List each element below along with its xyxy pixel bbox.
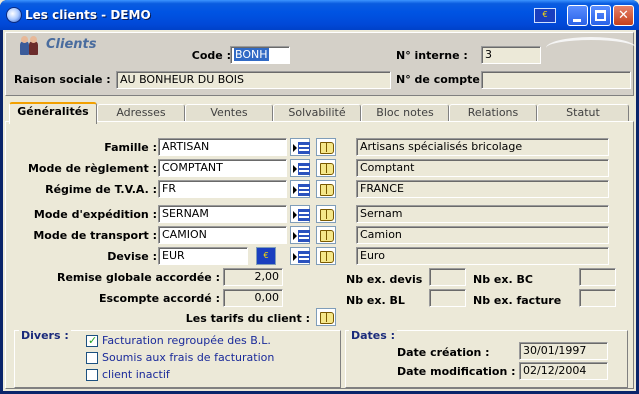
tva-book-icon[interactable]	[316, 180, 336, 198]
regroupee-label[interactable]: Facturation regroupée des B.L.	[102, 334, 271, 347]
tab-solvabilite[interactable]: Solvabilité	[273, 104, 361, 122]
euro-flag-icon: €	[256, 247, 276, 265]
tarifs-label: Les tarifs du client :	[185, 312, 310, 325]
nb-bc-label: Nb ex. BC	[473, 273, 533, 286]
tab-adresses[interactable]: Adresses	[97, 104, 185, 122]
remise-input[interactable]: 2,00	[223, 268, 283, 286]
reglement-label: Mode de règlement :	[27, 162, 157, 175]
inactif-label[interactable]: client inactif	[102, 368, 170, 381]
tva-label: Régime de T.V.A. :	[45, 183, 157, 196]
nb-bl-label: Nb ex. BL	[346, 294, 405, 307]
regroupee-checkbox[interactable]	[86, 334, 98, 347]
inactif-checkbox[interactable]	[86, 369, 98, 381]
escompte-label: Escompte accordé :	[98, 292, 220, 305]
dates-title: Dates :	[349, 329, 398, 342]
famille-label: Famille :	[104, 141, 157, 154]
expedition-list-icon[interactable]	[290, 205, 310, 223]
tab-bar: Généralités Adresses Ventes Solvabilité …	[5, 102, 634, 124]
section-title: Clients	[46, 37, 97, 52]
expedition-desc: Sernam	[356, 205, 609, 223]
tva-input[interactable]: FR	[158, 180, 287, 198]
modif-field: 02/12/2004	[519, 362, 608, 380]
window-title: Les clients - DEMO	[25, 8, 151, 22]
code-input[interactable]: BONH	[230, 46, 290, 64]
raison-sociale-input[interactable]: AU BONHEUR DU BOIS	[116, 71, 391, 89]
title-bar[interactable]: Les clients - DEMO €	[0, 0, 639, 30]
transport-input[interactable]: CAMION	[158, 226, 287, 244]
reglement-desc: Comptant	[356, 159, 609, 177]
nb-bl-input[interactable]	[429, 289, 466, 307]
tab-bloc-notes[interactable]: Bloc notes	[361, 104, 449, 122]
expedition-input[interactable]: SERNAM	[158, 205, 287, 223]
generalites-panel: Famille : ARTISAN Artisans spécialisés b…	[5, 121, 634, 389]
reglement-book-icon[interactable]	[316, 159, 336, 177]
minimize-button[interactable]	[567, 5, 588, 26]
famille-list-icon[interactable]	[290, 138, 310, 156]
tab-ventes[interactable]: Ventes	[185, 104, 273, 122]
famille-input[interactable]: ARTISAN	[158, 138, 287, 156]
client-area: Clients Code : BONH N° interne : 3 Raiso…	[3, 30, 636, 391]
devise-list-icon[interactable]	[290, 247, 310, 265]
interne-label: N° interne :	[396, 49, 468, 62]
famille-desc: Artisans spécialisés bricolage	[356, 138, 609, 156]
tva-list-icon[interactable]	[290, 180, 310, 198]
tarifs-book-icon[interactable]	[316, 308, 336, 326]
reglement-input[interactable]: COMPTANT	[158, 159, 287, 177]
devise-input[interactable]: EUR	[158, 247, 248, 265]
close-button[interactable]	[613, 5, 634, 26]
nb-devis-input[interactable]	[429, 268, 466, 286]
nb-facture-label: Nb ex. facture	[473, 294, 562, 307]
transport-list-icon[interactable]	[290, 226, 310, 244]
creation-field: 30/01/1997	[519, 342, 608, 360]
window: Les clients - DEMO € Clients Code : BONH…	[0, 0, 639, 394]
code-label: Code :	[191, 49, 231, 62]
nb-bc-input[interactable]	[579, 268, 616, 286]
reglement-list-icon[interactable]	[290, 159, 310, 177]
devise-book-icon[interactable]	[316, 247, 336, 265]
transport-book-icon[interactable]	[316, 226, 336, 244]
devise-label: Devise :	[107, 250, 157, 263]
nb-facture-input[interactable]	[579, 289, 616, 307]
remise-label: Remise globale accordée :	[56, 271, 220, 284]
modif-label: Date modification :	[397, 365, 516, 378]
escompte-input[interactable]: 0,00	[223, 289, 283, 307]
frais-checkbox[interactable]	[86, 352, 98, 364]
tab-generalites[interactable]: Généralités	[9, 102, 97, 124]
frais-label[interactable]: Soumis aux frais de facturation	[102, 351, 274, 364]
tva-desc: FRANCE	[356, 180, 609, 198]
compte-label: N° de compte :	[396, 73, 489, 86]
expedition-book-icon[interactable]	[316, 205, 336, 223]
tab-relations[interactable]: Relations	[449, 104, 537, 122]
tab-statut[interactable]: Statut	[537, 104, 629, 122]
transport-label: Mode de transport :	[33, 229, 157, 242]
app-icon[interactable]	[6, 7, 22, 23]
nb-devis-label: Nb ex. devis	[346, 273, 423, 286]
expedition-label: Mode d'expédition :	[33, 208, 157, 221]
clients-icon	[20, 36, 40, 55]
compte-input[interactable]	[481, 71, 631, 89]
creation-label: Date création :	[397, 346, 490, 359]
euro-flag-icon[interactable]: €	[534, 8, 556, 23]
raison-sociale-label: Raison sociale :	[14, 73, 111, 86]
devise-desc: Euro	[356, 247, 609, 265]
interne-field: 3	[481, 46, 541, 64]
transport-desc: Camion	[356, 226, 609, 244]
decorative-swoosh	[546, 37, 636, 59]
famille-book-icon[interactable]	[316, 138, 336, 156]
divers-title: Divers :	[19, 329, 71, 342]
maximize-button[interactable]	[590, 5, 611, 26]
client-header: Clients Code : BONH N° interne : 3 Raiso…	[5, 32, 636, 96]
